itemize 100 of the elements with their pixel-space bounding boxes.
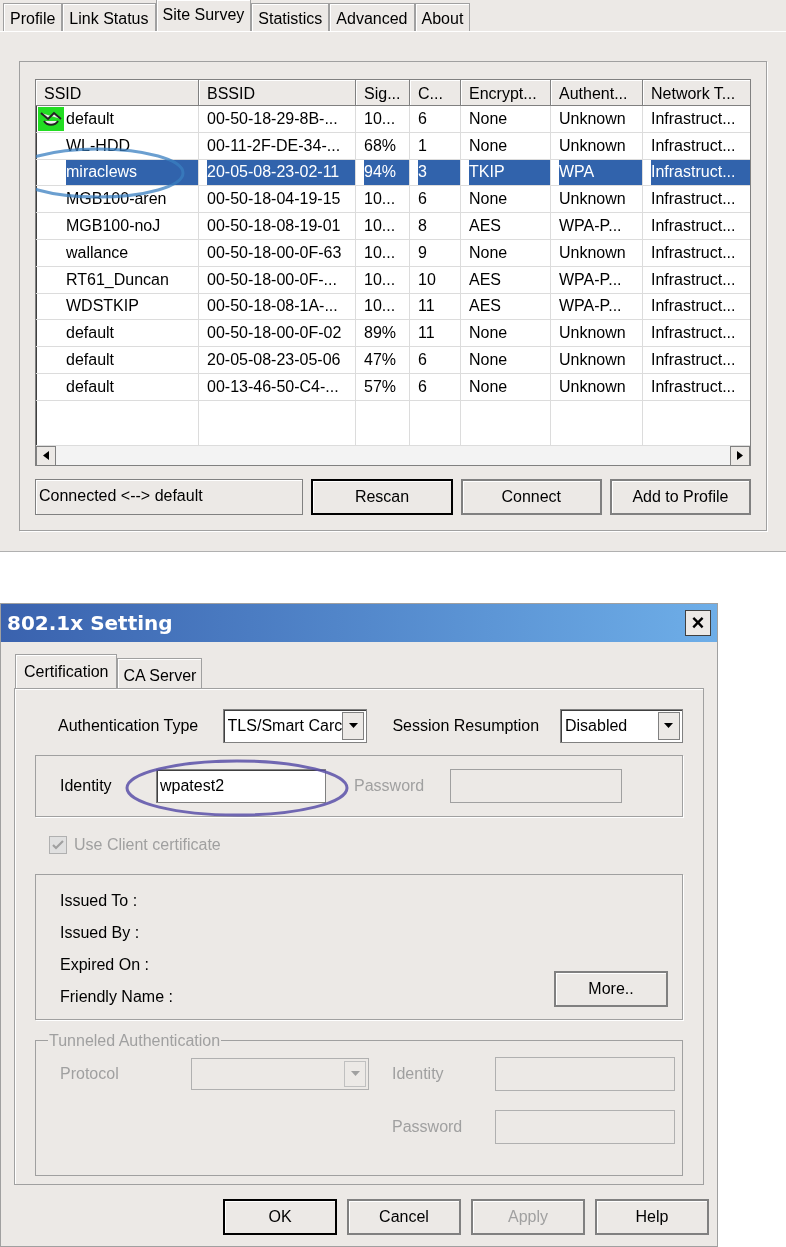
table-cell: Infrastruct... — [651, 159, 750, 186]
table-cell-text: 00-50-18-00-0F-02 — [207, 323, 342, 344]
table-cell-text: None — [469, 376, 508, 397]
table-cell-text: Unknown — [559, 189, 626, 210]
table-cell-text: 00-50-18-04-19-15 — [207, 189, 341, 210]
table-cell-text: Infrastruct... — [651, 189, 736, 210]
connect-button[interactable]: Connect — [460, 479, 602, 515]
table-cell-text: default — [66, 350, 115, 371]
table-cell-text: 10... — [364, 216, 396, 237]
tab[interactable]: About — [414, 3, 471, 31]
network-row[interactable]: default 00-13-46-50-C4-... 57% 6 None Unknown Infrastruct... — [36, 373, 750, 401]
table-cell-text: Infrastruct... — [651, 135, 736, 156]
tab[interactable]: CA Server — [117, 658, 203, 688]
dialog-button[interactable]: Cancel — [347, 1199, 461, 1235]
table-cell-text: Unknown — [559, 135, 626, 156]
caret-icon — [664, 723, 674, 729]
right-arrow-icon — [737, 451, 743, 460]
table-cell-text: WPA-P... — [559, 216, 622, 237]
table-cell-text: default — [66, 108, 115, 129]
dialog-button[interactable]: OK — [223, 1199, 337, 1235]
table-cell-text: Infrastruct... — [651, 376, 736, 397]
more-button[interactable]: More.. — [554, 971, 668, 1007]
table-cell-text: Unknown — [559, 350, 626, 371]
table-cell-text: None — [469, 350, 508, 371]
table-cell-text: MGB100-noJ — [66, 216, 161, 237]
table-cell-text: None — [469, 323, 508, 344]
network-row[interactable]: default 20-05-08-23-05-06 47% 6 None Unknown Infrastruct... — [36, 347, 750, 374]
table-cell-text: 10... — [364, 242, 396, 263]
scroll-right-button[interactable] — [730, 445, 750, 465]
table-cell-text: 00-50-18-08-19-01 — [207, 216, 341, 237]
column-header[interactable]: SSID — [36, 80, 199, 106]
network-row[interactable]: miraclews 20-05-08-23-02-11 94% 3 TKIP WPA Infrastruct... — [36, 159, 750, 187]
table-cell-text: 9 — [418, 242, 427, 263]
table-cell-text: default — [66, 376, 115, 397]
network-row[interactable]: default 00-50-18-00-0F-02 89% 11 None Unknown Infrastruct... — [36, 320, 750, 348]
tab[interactable]: Statistics — [251, 3, 330, 31]
table-cell-text: 8 — [418, 216, 427, 237]
table-cell-text: WPA-P... — [559, 296, 622, 317]
table-cell-text: None — [469, 135, 508, 156]
table-cell: 94% — [364, 159, 409, 186]
column-header[interactable]: C... — [410, 80, 461, 106]
column-header[interactable]: Sig... — [356, 80, 410, 106]
identity-field[interactable]: wpatest2 — [156, 769, 326, 803]
table-cell-text: None — [469, 242, 508, 263]
network-row[interactable]: MGB100-noJ 00-50-18-08-19-01 10... 8 AES WPA-P... Infrastruct... — [36, 213, 750, 240]
checkbox-label: Use Client certificate — [74, 835, 221, 855]
tab[interactable]: Certification — [15, 654, 118, 688]
tab[interactable]: Link Status — [62, 3, 156, 31]
table-cell-text: 47% — [364, 350, 397, 371]
authentication-type-dropdown[interactable]: TLS/Smart Carc — [222, 709, 368, 743]
table-cell-text: None — [469, 108, 508, 129]
caret-icon — [350, 1071, 360, 1077]
tab[interactable]: Profile — [3, 3, 63, 31]
network-row[interactable]: RT61_Duncan 00-50-18-00-0F-... 10... 10 AES WPA-P... Infrastruct... — [36, 266, 750, 294]
field-label: Protocol — [60, 1064, 120, 1084]
table-cell-text: AES — [469, 296, 501, 317]
column-header[interactable]: BSSID — [199, 80, 356, 106]
field-label: Identity — [60, 776, 113, 796]
tab[interactable]: Advanced — [329, 3, 415, 31]
network-row[interactable]: WDSTKIP 00-50-18-08-1A-... 10... 11 AES WPA-P... Infrastruct... — [36, 293, 750, 321]
table-cell-text: default — [66, 323, 115, 344]
table-cell-text: wallance — [66, 242, 129, 263]
certificate-info-label: Expired On : — [60, 955, 150, 974]
password-field[interactable] — [450, 769, 622, 803]
table-cell-text: 6 — [418, 376, 427, 397]
check-icon — [52, 839, 64, 851]
tab[interactable]: Site Survey — [155, 0, 252, 31]
column-header[interactable]: Encrypt... — [461, 80, 551, 106]
table-cell-text: Infrastruct... — [651, 242, 736, 263]
column-header[interactable]: Authent... — [551, 80, 643, 106]
table-cell-text: Unknown — [559, 376, 626, 397]
window-title: 802.1x Setting — [7, 610, 173, 637]
field-label: Session Resumption — [392, 716, 541, 736]
table-cell: 20-05-08-23-02-11 — [207, 159, 355, 186]
network-row[interactable]: default 00-50-18-29-8B-... 10... 6 None Unknown Infrastruct... — [36, 106, 750, 133]
table-cell-text: Infrastruct... — [651, 323, 736, 344]
table-cell-text: None — [469, 189, 508, 210]
caret-icon — [348, 723, 358, 729]
scroll-left-button[interactable] — [36, 445, 56, 465]
table-cell-text: 57% — [364, 376, 397, 397]
close-button[interactable]: × — [685, 610, 711, 636]
table-cell-text: 20-05-08-23-05-06 — [207, 350, 341, 371]
dropdown-button[interactable] — [342, 712, 365, 740]
left-arrow-icon — [43, 451, 49, 460]
table-cell-text: 00-50-18-00-0F-63 — [207, 242, 342, 263]
add-to-profile-button[interactable]: Add to Profile — [609, 479, 751, 515]
session-resumption-dropdown[interactable]: Disabled — [560, 709, 683, 743]
network-row[interactable]: wallance 00-50-18-00-0F-63 10... 9 None Unknown Infrastruct... — [36, 240, 750, 267]
certificate-info-label: Issued To : — [60, 891, 139, 910]
table-cell-text: 68% — [364, 135, 397, 156]
dropdown-button[interactable] — [658, 712, 680, 740]
horizontal-scrollbar[interactable] — [36, 445, 750, 465]
column-header[interactable]: Network T... — [643, 80, 750, 106]
field-label: Password — [354, 776, 426, 796]
dialog-button[interactable]: Help — [595, 1199, 709, 1235]
rescan-button[interactable]: Rescan — [311, 479, 453, 515]
table-cell-text: WDSTKIP — [66, 296, 139, 317]
connection-status: Connected <--> default — [35, 479, 304, 515]
certificate-info-label: Friendly Name : — [60, 987, 174, 1006]
table-cell-text: WPA-P... — [559, 269, 622, 290]
